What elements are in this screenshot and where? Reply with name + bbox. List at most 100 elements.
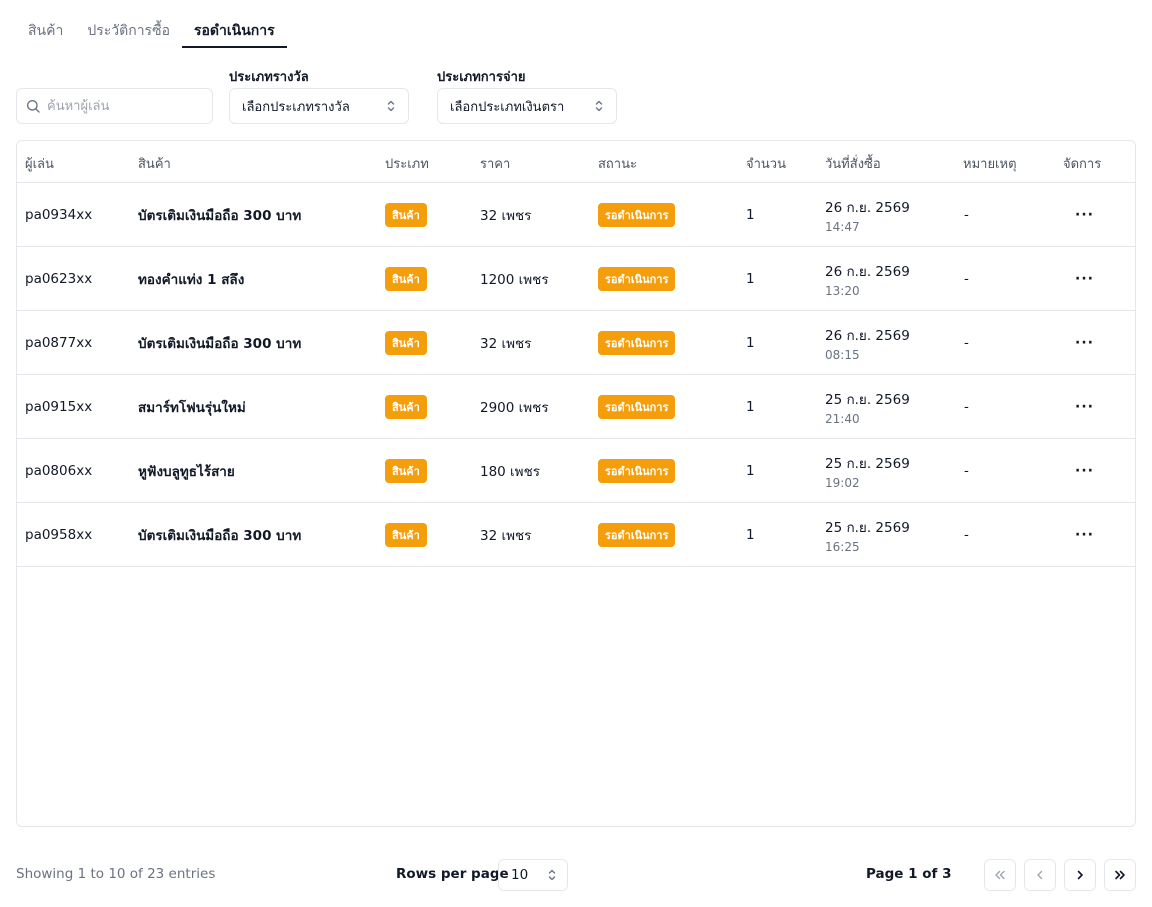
more-actions-button[interactable]: ···	[1075, 375, 1094, 439]
cell-note: -	[964, 527, 969, 543]
cell-status: รอดำเนินการ	[598, 247, 676, 311]
rows-per-page-select[interactable]: 10	[498, 859, 568, 891]
cell-date: 26 ก.ย. 2569 08:15	[825, 311, 910, 375]
cell-type: สินค้า	[385, 247, 427, 311]
cell-quantity: 1	[746, 207, 755, 223]
cell-type: สินค้า	[385, 311, 427, 375]
header-product: สินค้า	[138, 157, 171, 172]
cell-price: 32 เพชร	[480, 208, 532, 224]
tab-bar: สินค้า ประวัติการซื้อ รอดำเนินการ	[16, 10, 287, 48]
type-badge: สินค้า	[385, 331, 427, 355]
status-badge: รอดำเนินการ	[598, 267, 676, 291]
tab-products[interactable]: สินค้า	[16, 10, 75, 48]
cell-note: -	[964, 207, 969, 223]
cell-product: บัตรเติมเงินมือถือ 300 บาท	[138, 336, 302, 352]
header-quantity: จำนวน	[746, 157, 786, 172]
cell-quantity: 1	[746, 463, 755, 479]
more-actions-button[interactable]: ···	[1075, 311, 1094, 375]
cell-player: pa0915xx	[25, 399, 93, 415]
cell-product: สมาร์ทโฟนรุ่นใหม่	[138, 400, 246, 416]
orders-table: ผู้เล่น สินค้า ประเภท ราคา สถานะ จำนวน ว…	[16, 140, 1136, 827]
type-badge: สินค้า	[385, 267, 427, 291]
header-note: หมายเหตุ	[963, 157, 1017, 172]
cell-quantity: 1	[746, 527, 755, 543]
search-input[interactable]	[47, 98, 197, 114]
status-badge: รอดำเนินการ	[598, 523, 676, 547]
more-actions-button[interactable]: ···	[1075, 247, 1094, 311]
type-badge: สินค้า	[385, 523, 427, 547]
chevron-updown-icon	[595, 100, 603, 112]
status-badge: รอดำเนินการ	[598, 395, 676, 419]
chevron-left-icon	[1037, 870, 1043, 880]
cell-type: สินค้า	[385, 375, 427, 439]
order-time: 13:20	[825, 284, 860, 298]
cell-player: pa0934xx	[25, 207, 93, 223]
more-actions-button[interactable]: ···	[1075, 183, 1094, 247]
cell-product: หูฟังบลูทูธไร้สาย	[138, 464, 235, 480]
order-date: 25 ก.ย. 2569	[825, 456, 910, 472]
order-date: 26 ก.ย. 2569	[825, 264, 910, 280]
cell-type: สินค้า	[385, 439, 427, 503]
cell-status: รอดำเนินการ	[598, 311, 676, 375]
reward-type-value: เลือกประเภทรางวัล	[242, 99, 350, 115]
status-badge: รอดำเนินการ	[598, 331, 676, 355]
cell-price: 32 เพชร	[480, 528, 532, 544]
type-badge: สินค้า	[385, 203, 427, 227]
rows-per-page-value: 10	[511, 867, 529, 883]
order-date: 26 ก.ย. 2569	[825, 328, 910, 344]
header-player: ผู้เล่น	[25, 157, 54, 172]
next-page-button[interactable]	[1064, 859, 1096, 891]
cell-price: 1200 เพชร	[480, 272, 549, 288]
cell-note: -	[964, 463, 969, 479]
previous-page-button[interactable]	[1024, 859, 1056, 891]
table-row: pa0806xx หูฟังบลูทูธไร้สาย สินค้า 180 เพ…	[17, 439, 1135, 503]
cell-date: 26 ก.ย. 2569 14:47	[825, 183, 910, 247]
table-row: pa0623xx ทองคำแท่ง 1 สลึง สินค้า 1200 เพ…	[17, 247, 1135, 311]
cell-quantity: 1	[746, 271, 755, 287]
table-body: pa0934xx บัตรเติมเงินมือถือ 300 บาท สินค…	[17, 183, 1135, 567]
more-actions-button[interactable]: ···	[1075, 503, 1094, 567]
order-date: 25 ก.ย. 2569	[825, 392, 910, 408]
cell-status: รอดำเนินการ	[598, 439, 676, 503]
chevrons-left-icon	[995, 870, 1005, 880]
order-time: 08:15	[825, 348, 860, 362]
cell-product: บัตรเติมเงินมือถือ 300 บาท	[138, 208, 302, 224]
tab-pending[interactable]: รอดำเนินการ	[182, 10, 287, 48]
search-box[interactable]	[16, 88, 213, 124]
chevron-right-icon	[1077, 870, 1083, 880]
cell-quantity: 1	[746, 399, 755, 415]
cell-type: สินค้า	[385, 503, 427, 567]
cell-status: รอดำเนินการ	[598, 503, 676, 567]
cell-price: 180 เพชร	[480, 464, 540, 480]
cell-date: 25 ก.ย. 2569 19:02	[825, 439, 910, 503]
payment-type-label: ประเภทการจ่าย	[437, 70, 526, 85]
more-actions-button[interactable]: ···	[1075, 439, 1094, 503]
last-page-button[interactable]	[1104, 859, 1136, 891]
rows-per-page-label: Rows per page	[396, 866, 509, 882]
search-icon	[27, 100, 40, 113]
page-indicator: Page 1 of 3	[866, 866, 952, 882]
header-actions: จัดการ	[1063, 157, 1102, 172]
cell-player: pa0877xx	[25, 335, 93, 351]
payment-type-value: เลือกประเภทเงินตรา	[450, 99, 565, 115]
header-price: ราคา	[480, 157, 511, 172]
tab-purchase-history[interactable]: ประวัติการซื้อ	[75, 10, 182, 48]
table-row: pa0877xx บัตรเติมเงินมือถือ 300 บาท สินค…	[17, 311, 1135, 375]
cell-price: 2900 เพชร	[480, 400, 549, 416]
cell-type: สินค้า	[385, 183, 427, 247]
first-page-button[interactable]	[984, 859, 1016, 891]
cell-date: 26 ก.ย. 2569 13:20	[825, 247, 910, 311]
cell-player: pa0623xx	[25, 271, 93, 287]
payment-type-select[interactable]: เลือกประเภทเงินตรา	[437, 88, 617, 124]
order-time: 14:47	[825, 220, 860, 234]
table-row: pa0915xx สมาร์ทโฟนรุ่นใหม่ สินค้า 2900 เ…	[17, 375, 1135, 439]
header-date: วันที่สั่งซื้อ	[825, 157, 881, 172]
header-type: ประเภท	[385, 157, 429, 172]
order-date: 26 ก.ย. 2569	[825, 200, 910, 216]
reward-type-select[interactable]: เลือกประเภทรางวัล	[229, 88, 409, 124]
header-status: สถานะ	[598, 157, 637, 172]
cell-product: ทองคำแท่ง 1 สลึง	[138, 272, 245, 288]
order-date: 25 ก.ย. 2569	[825, 520, 910, 536]
cell-price: 32 เพชร	[480, 336, 532, 352]
order-time: 21:40	[825, 412, 860, 426]
